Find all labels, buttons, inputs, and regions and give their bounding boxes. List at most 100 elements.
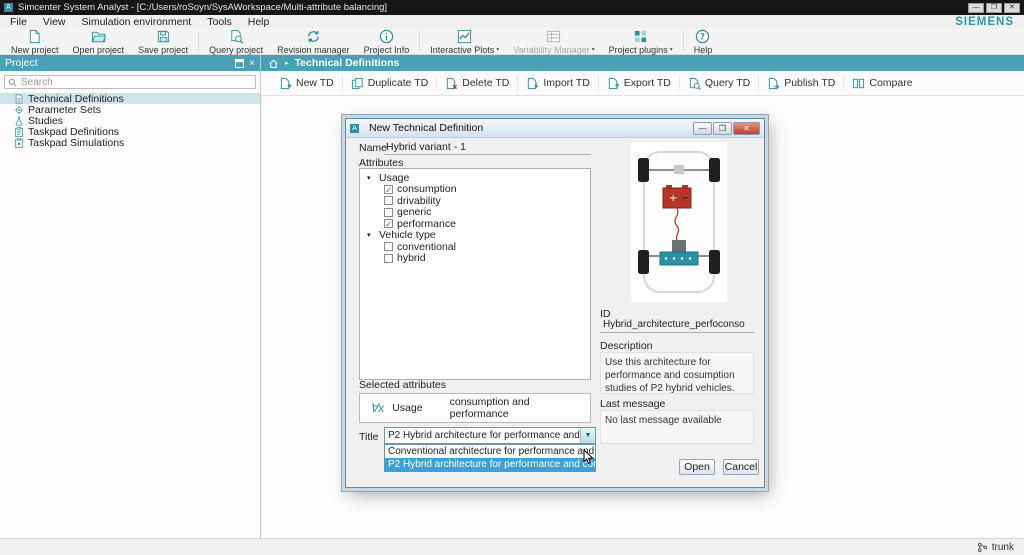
save-floppy-icon xyxy=(156,29,171,44)
attribute-label: generic xyxy=(397,206,431,218)
menu-view[interactable]: View xyxy=(35,16,74,28)
project-info-button[interactable]: Project Info xyxy=(357,28,417,54)
clipboard-play-icon xyxy=(14,138,24,148)
save-project-button[interactable]: Save project xyxy=(131,28,195,54)
tree-item-technical-definitions[interactable]: Technical Definitions xyxy=(0,93,260,104)
delete-td-button[interactable]: Delete TD xyxy=(437,74,517,92)
interactive-plots-button[interactable]: Interactive Plots▾ xyxy=(423,28,506,54)
checkbox[interactable]: ✓ xyxy=(384,219,393,228)
checkbox[interactable]: ✓ xyxy=(384,196,393,205)
dock-panel-icon[interactable] xyxy=(235,59,244,68)
cancel-button-label: Cancel xyxy=(725,461,758,473)
chevron-down-icon[interactable]: ▾ xyxy=(670,46,673,53)
sync-arrows-icon xyxy=(306,29,321,44)
search-placeholder: Search xyxy=(21,77,53,88)
close-panel-icon[interactable]: × xyxy=(249,59,255,68)
tree-item-label: Taskpad Simulations xyxy=(28,137,124,149)
search-input[interactable]: Search xyxy=(4,75,256,89)
attributes-tree: ▾ Usage ✓ consumption ✓ drivability ✓ ge… xyxy=(359,168,591,380)
attribute-drivability[interactable]: ✓ drivability xyxy=(360,195,590,207)
copy-icon xyxy=(351,77,364,90)
window-maximize-button[interactable]: ❐ xyxy=(986,3,1002,13)
open-folder-icon xyxy=(91,29,106,44)
menu-simulation-environment[interactable]: Simulation environment xyxy=(74,16,200,28)
last-message-label: Last message xyxy=(600,398,665,410)
branch-name: trunk xyxy=(992,542,1014,553)
attribute-formula-icon: ∀x xyxy=(370,401,384,415)
title-combobox[interactable]: P2 Hybrid architecture for performance a… xyxy=(384,427,596,444)
checkbox[interactable]: ✓ xyxy=(384,185,393,194)
grid-icon xyxy=(546,29,561,44)
menu-tools[interactable]: Tools xyxy=(199,16,240,28)
tree-expander-icon[interactable]: ▾ xyxy=(367,231,375,239)
checkbox[interactable]: ✓ xyxy=(384,208,393,217)
window-minimize-button[interactable]: — xyxy=(968,3,984,13)
attribute-generic[interactable]: ✓ generic xyxy=(360,207,590,219)
help-button[interactable]: ? Help xyxy=(687,28,720,54)
delete-document-icon xyxy=(445,77,458,90)
query-project-label: Query project xyxy=(209,45,263,55)
tree-item-taskpad-simulations[interactable]: Taskpad Simulations xyxy=(0,137,260,148)
document-icon xyxy=(14,94,24,104)
tree-item-parameter-sets[interactable]: Parameter Sets xyxy=(0,104,260,115)
home-icon[interactable] xyxy=(268,58,279,69)
new-project-button[interactable]: New project xyxy=(4,28,66,54)
name-field[interactable]: Hybrid variant - 1 xyxy=(384,141,591,155)
app-titlebar: A Simcenter System Analyst - [C:/Users/r… xyxy=(0,0,1024,15)
search-document-icon xyxy=(229,29,244,44)
revision-manager-button[interactable]: Revision manager xyxy=(270,28,357,54)
export-td-button[interactable]: Export TD xyxy=(599,74,679,92)
cancel-button[interactable]: Cancel xyxy=(723,459,759,475)
attribute-consumption[interactable]: ✓ consumption xyxy=(360,184,590,196)
publish-td-label: Publish TD xyxy=(784,77,835,89)
open-button[interactable]: Open xyxy=(679,459,715,475)
duplicate-td-button[interactable]: Duplicate TD xyxy=(343,74,437,92)
dialog-title: New Technical Definition xyxy=(369,122,483,134)
query-td-button[interactable]: Query TD xyxy=(680,74,758,92)
chevron-down-icon[interactable]: ▼ xyxy=(580,428,595,443)
description-text: Use this architecture for performance an… xyxy=(605,357,735,394)
menu-file[interactable]: File xyxy=(2,16,35,28)
import-td-button[interactable]: Import TD xyxy=(518,74,597,92)
tree-item-taskpad-definitions[interactable]: Taskpad Definitions xyxy=(0,126,260,137)
attribute-group-vehicle-type[interactable]: ▾ Vehicle type xyxy=(360,230,590,242)
id-field[interactable]: Hybrid_architecture_perfoconso xyxy=(600,319,754,333)
selected-attribute-value: consumption and performance xyxy=(450,396,590,420)
mouse-cursor xyxy=(583,449,594,465)
checkbox[interactable]: ✓ xyxy=(384,242,393,251)
branch-icon xyxy=(977,542,988,553)
publish-td-button[interactable]: Publish TD xyxy=(759,74,843,92)
title-option-p2-hybrid[interactable]: P2 Hybrid architecture for performance a… xyxy=(385,458,595,471)
title-combobox-value: P2 Hybrid architecture for performance a… xyxy=(385,428,580,443)
project-plugins-button[interactable]: Project plugins▾ xyxy=(602,28,680,54)
attribute-label: drivability xyxy=(397,195,441,207)
revision-manager-label: Revision manager xyxy=(277,45,350,55)
dialog-close-button[interactable]: ✕ xyxy=(733,122,760,135)
new-td-button[interactable]: New TD xyxy=(271,74,342,92)
checkbox[interactable]: ✓ xyxy=(384,254,393,263)
chevron-down-icon[interactable]: ▾ xyxy=(496,46,499,53)
window-close-button[interactable]: ✕ xyxy=(1004,3,1020,13)
dialog-maximize-button[interactable]: ❐ xyxy=(713,122,732,135)
compare-button[interactable]: Compare xyxy=(844,74,920,92)
tree-expander-icon[interactable]: ▾ xyxy=(367,174,375,182)
project-tree: Technical Definitions Parameter Sets Stu… xyxy=(0,93,260,148)
dialog-titlebar[interactable]: A New Technical Definition — ❐ ✕ xyxy=(346,119,764,138)
project-panel: Project × Search Technical Definitions P… xyxy=(0,55,261,538)
attribute-performance[interactable]: ✓ performance xyxy=(360,218,590,230)
siemens-logo: SIEMENS xyxy=(955,16,1014,28)
dialog-minimize-button[interactable]: — xyxy=(693,122,712,135)
query-project-button[interactable]: Query project xyxy=(202,28,270,54)
menu-help[interactable]: Help xyxy=(240,16,278,28)
open-project-button[interactable]: Open project xyxy=(66,28,132,54)
td-toolbar: New TD Duplicate TD Delete TD Import TD … xyxy=(261,71,1024,96)
attribute-conventional[interactable]: ✓ conventional xyxy=(360,241,590,253)
attribute-hybrid[interactable]: ✓ hybrid xyxy=(360,253,590,265)
tree-item-studies[interactable]: Studies xyxy=(0,115,260,126)
new-technical-definition-dialog: A New Technical Definition — ❐ ✕ Name Hy… xyxy=(345,118,765,488)
export-td-label: Export TD xyxy=(624,77,671,89)
svg-text:?: ? xyxy=(701,31,706,41)
option-label: Conventional architecture for performanc… xyxy=(388,446,595,457)
title-option-conventional[interactable]: Conventional architecture for performanc… xyxy=(385,445,595,458)
attribute-group-usage[interactable]: ▾ Usage xyxy=(360,172,590,184)
